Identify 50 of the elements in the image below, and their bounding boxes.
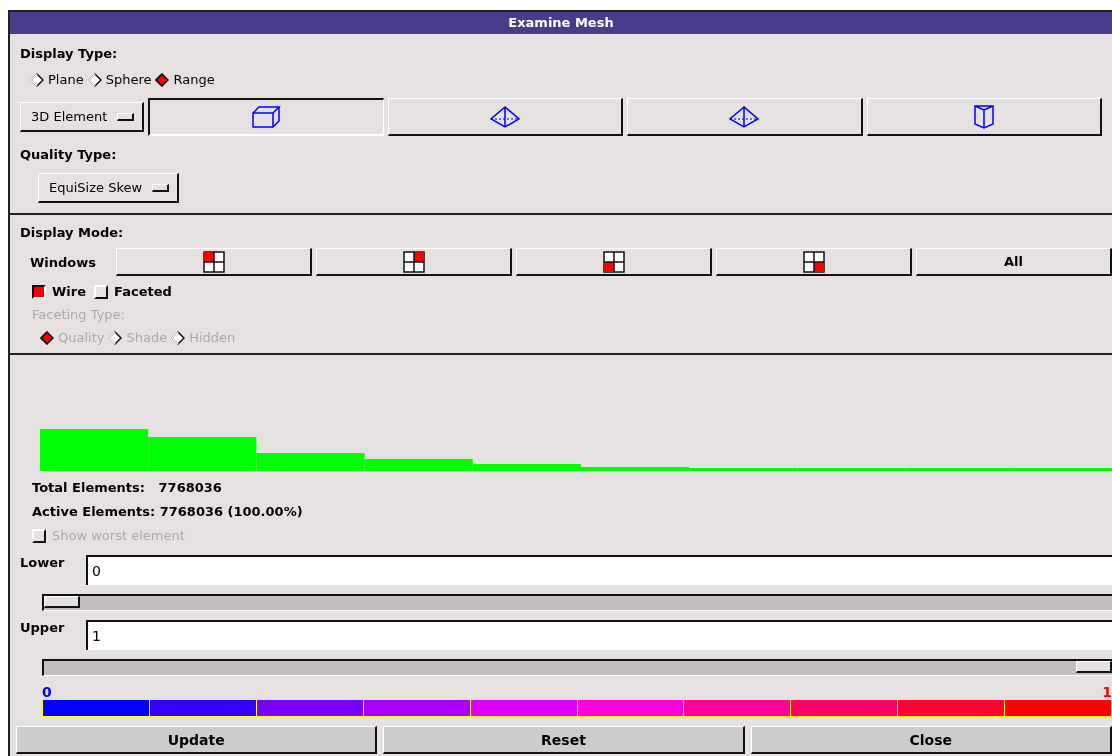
action-button[interactable]: Reset bbox=[383, 726, 745, 754]
section-label: Quality Type: bbox=[20, 147, 117, 162]
range-label: Lower bbox=[20, 555, 66, 570]
tetrahedron-icon bbox=[728, 104, 761, 129]
element-dropdown[interactable]: 3D Element bbox=[20, 102, 145, 132]
range-label: Upper bbox=[20, 620, 66, 635]
section-label: Faceting Type: bbox=[32, 307, 125, 322]
radio-label: Hidden bbox=[189, 330, 236, 345]
dropdown-icon bbox=[117, 112, 135, 121]
max-label: 1 bbox=[1102, 685, 1112, 699]
radio-label: Range bbox=[173, 72, 215, 87]
window-grid-icon bbox=[802, 250, 825, 273]
radio-button[interactable] bbox=[30, 72, 44, 87]
window-layout-button[interactable] bbox=[316, 248, 512, 276]
action-button[interactable]: Close bbox=[750, 726, 1112, 754]
section-label: Display Mode: bbox=[20, 225, 124, 240]
radio-button[interactable] bbox=[155, 72, 170, 87]
value-field[interactable]: 0 bbox=[86, 555, 1112, 585]
prism-icon bbox=[972, 103, 995, 130]
element-type-tab[interactable] bbox=[148, 98, 384, 136]
section-label: Display Type: bbox=[20, 46, 118, 61]
radio-label: Quality bbox=[58, 330, 105, 345]
window-grid-icon bbox=[202, 250, 225, 273]
min-label: 0 bbox=[42, 685, 52, 699]
window-layout-button[interactable] bbox=[116, 248, 312, 276]
window-layout-button[interactable] bbox=[516, 248, 712, 276]
value-field[interactable]: 1 bbox=[86, 620, 1112, 650]
checkbox-label: Faceted bbox=[114, 284, 172, 299]
checkbox-label: Show worst element bbox=[52, 528, 185, 543]
window-grid-icon bbox=[402, 250, 425, 273]
radio-label: Plane bbox=[48, 72, 84, 87]
action-button[interactable]: Update bbox=[16, 726, 378, 754]
checkbox[interactable] bbox=[32, 284, 46, 299]
cube-icon bbox=[251, 105, 282, 129]
checkbox-label: Wire bbox=[52, 284, 87, 299]
quality-dropdown[interactable]: EquiSize Skew bbox=[38, 173, 180, 203]
active-elements-text: Active Elements: 7768036 (100.00%) bbox=[32, 504, 303, 519]
slider-thumb[interactable] bbox=[1076, 661, 1112, 673]
radio-label: Shade bbox=[126, 330, 168, 345]
window-layout-button[interactable] bbox=[716, 248, 912, 276]
radio-button[interactable] bbox=[87, 72, 102, 87]
window-grid-icon bbox=[602, 250, 625, 273]
all-windows-button[interactable]: All bbox=[916, 248, 1112, 276]
windows-label: Windows bbox=[30, 254, 98, 270]
pyramid-icon bbox=[488, 104, 521, 129]
total-elements-text: Total Elements: 7768036 bbox=[32, 480, 222, 495]
slider-thumb[interactable] bbox=[44, 596, 80, 608]
radio-label: Sphere bbox=[105, 72, 152, 87]
dropdown-icon bbox=[152, 183, 170, 192]
window-title: Examine Mesh bbox=[10, 12, 1112, 34]
